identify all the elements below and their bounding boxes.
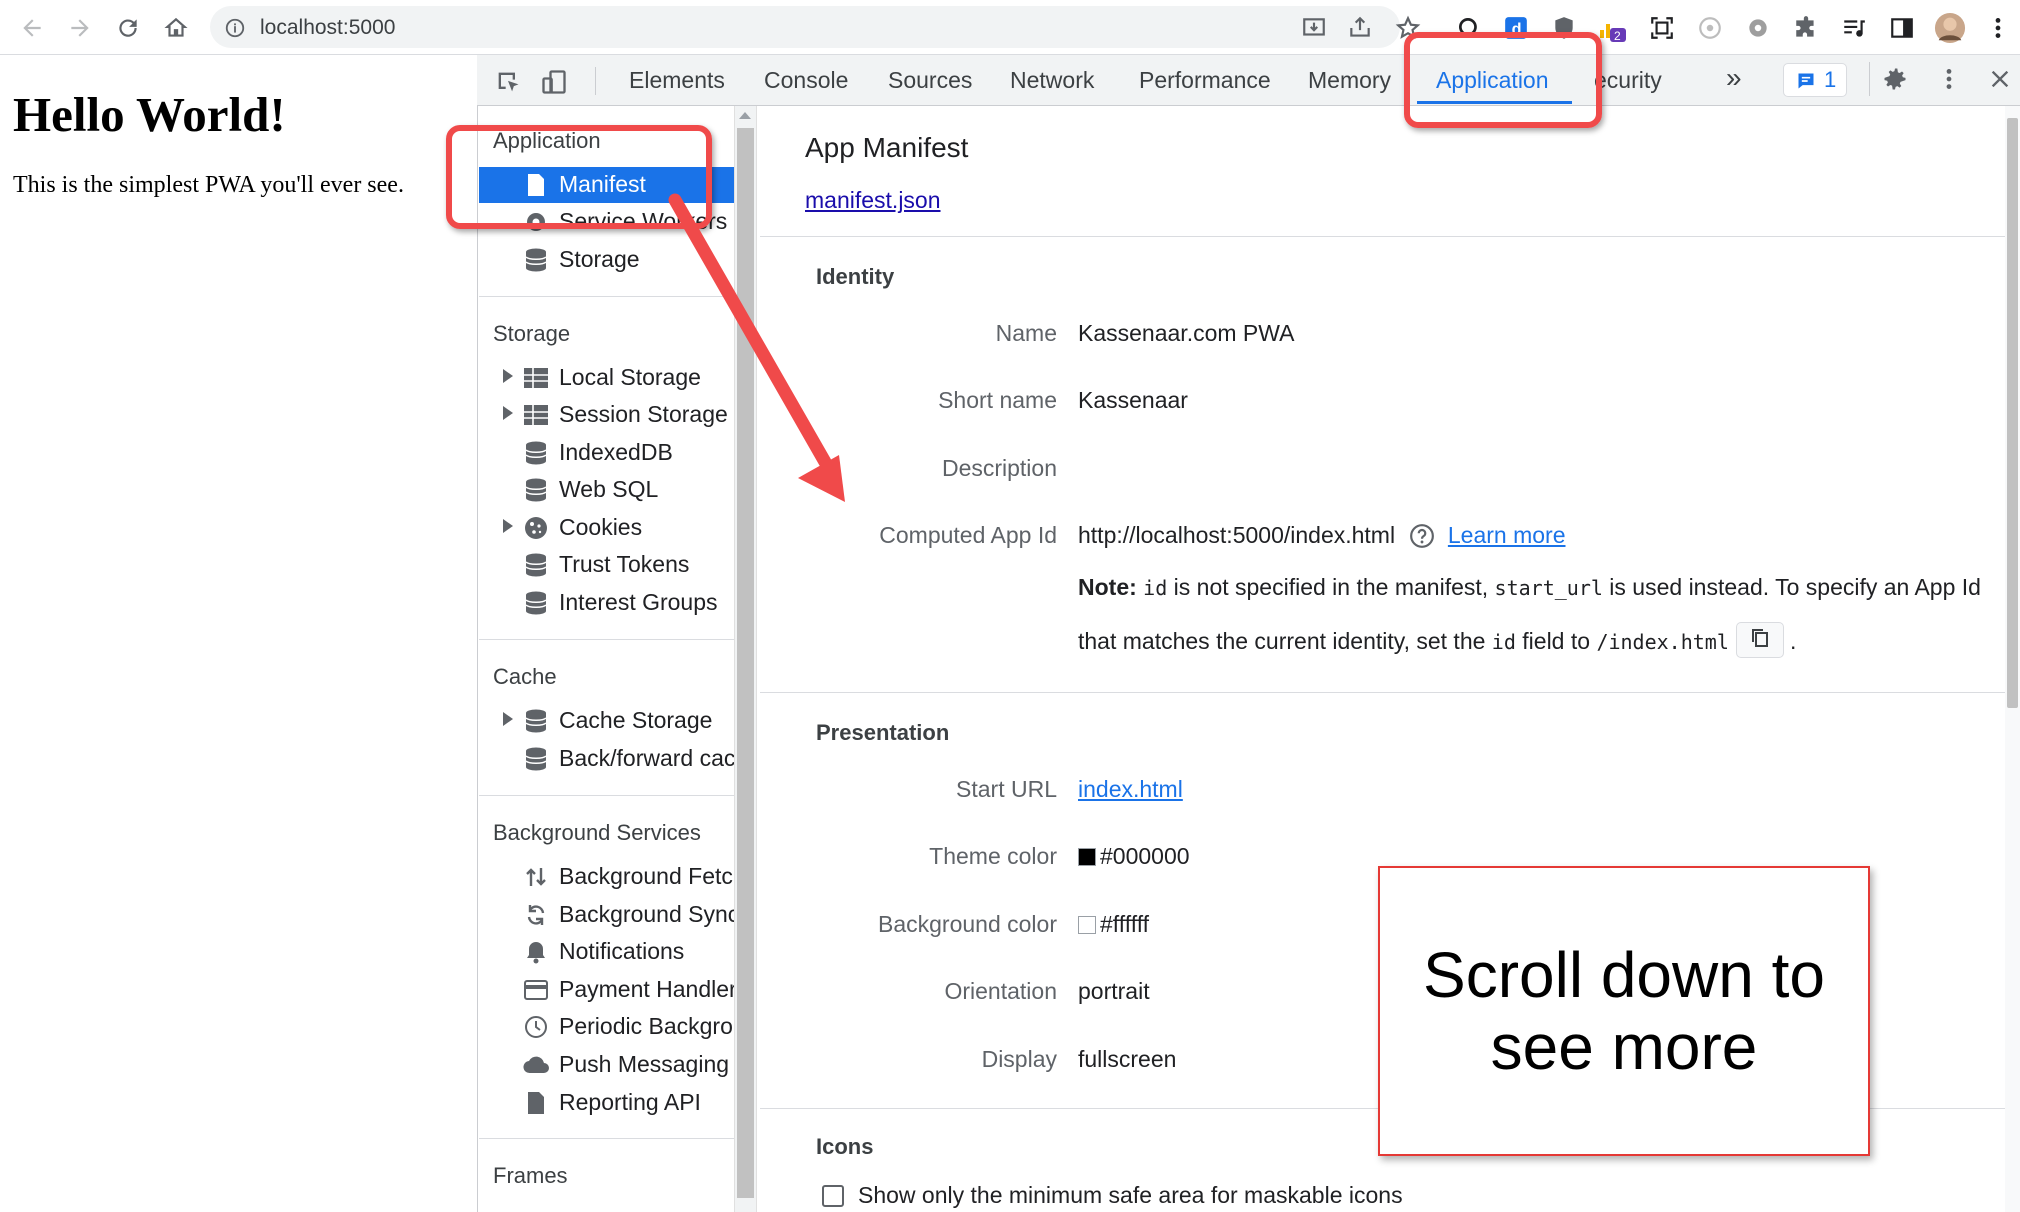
scroll-callout: Scroll down to see more [1378,866,1870,1156]
callout-text: Scroll down to see more [1423,939,1825,1083]
annotation-arrow [668,193,845,502]
